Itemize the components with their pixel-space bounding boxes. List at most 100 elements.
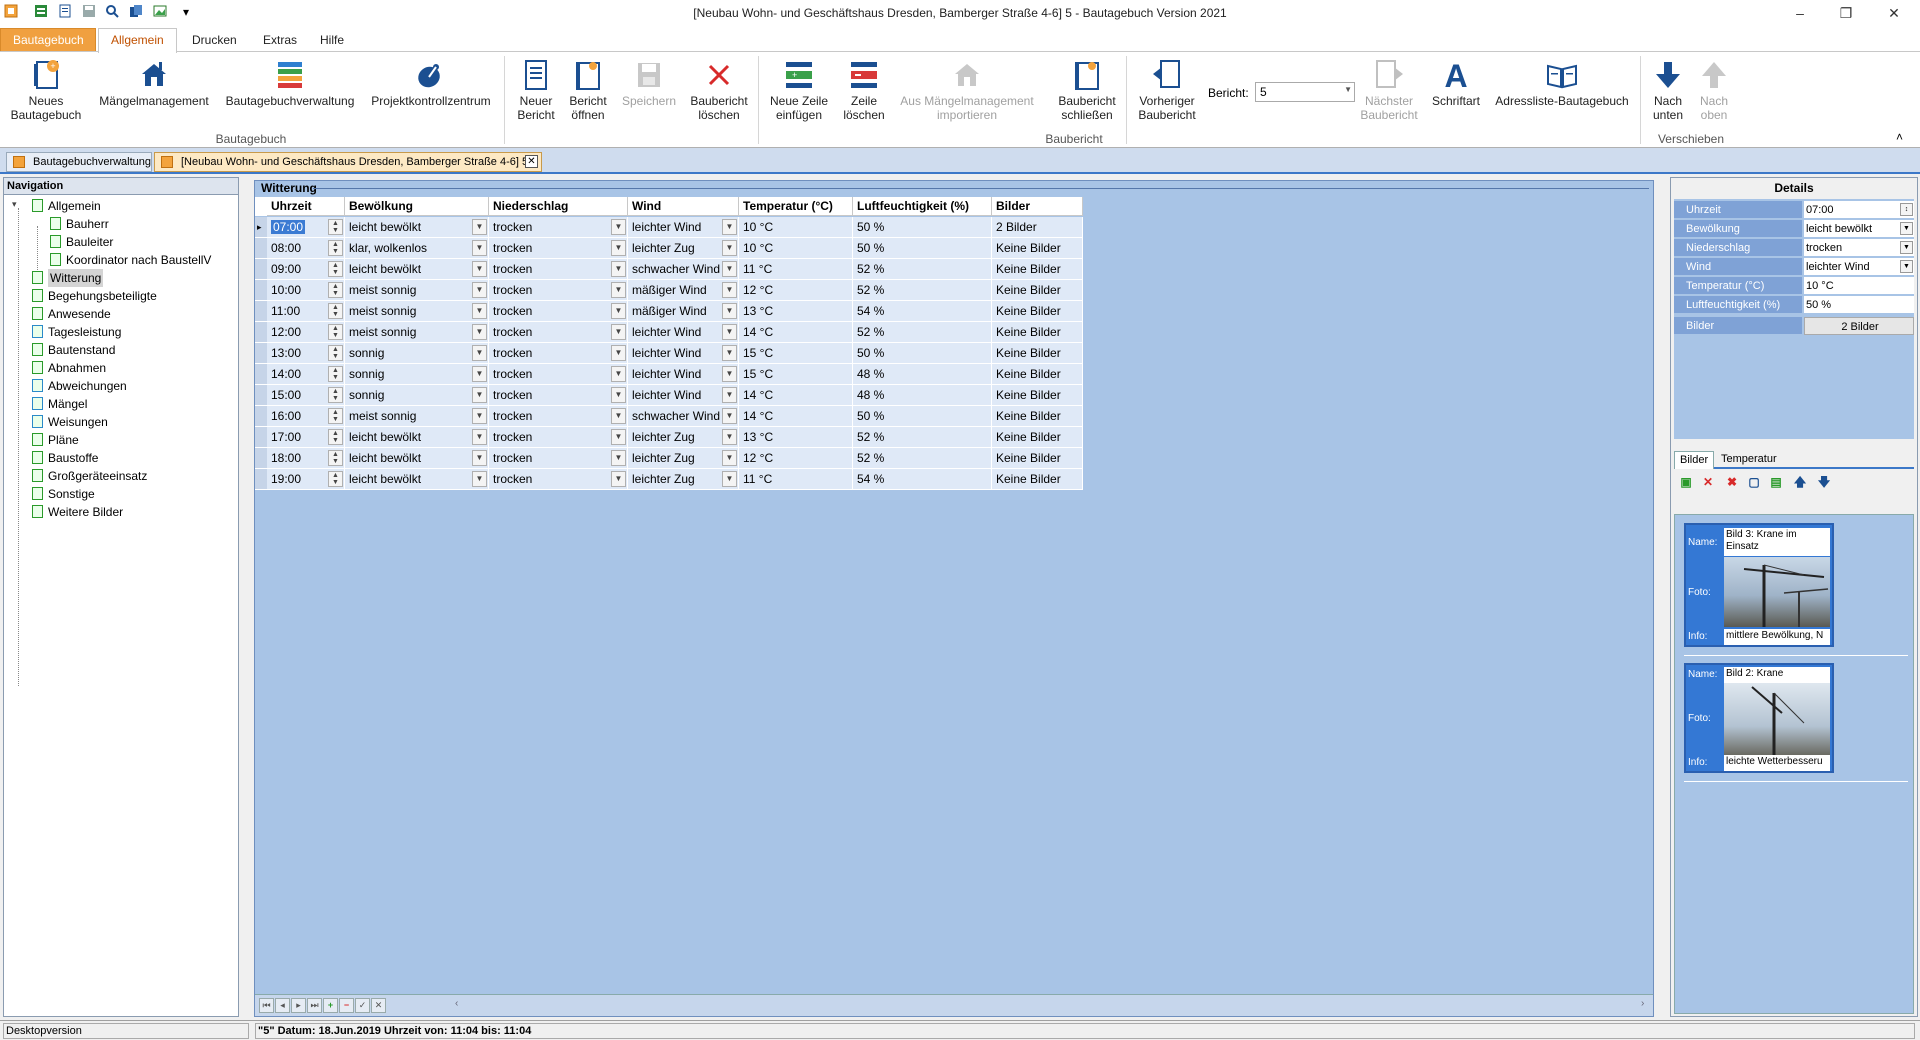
chevron-down-icon[interactable]: ▼ (611, 240, 626, 256)
grid-cell[interactable]: meist sonnig ▼ (345, 280, 489, 301)
row-selector[interactable] (255, 448, 267, 469)
column-header[interactable]: Bewölkung (345, 197, 489, 216)
bericht-select[interactable]: 5 ▼ (1255, 82, 1355, 102)
chevron-down-icon[interactable]: ▼ (1900, 222, 1913, 235)
chevron-down-icon[interactable]: ▼ (611, 261, 626, 277)
grid-cell[interactable]: klar, wolkenlos ▼ (345, 238, 489, 259)
grid-cell[interactable]: 07:00 ▲ ▼ (267, 217, 345, 238)
grid-cell[interactable]: 48 % (853, 364, 992, 385)
column-header[interactable]: Temperatur (°C) (739, 197, 853, 216)
row-selector[interactable] (255, 343, 267, 364)
bautagebuchverwaltung-button[interactable]: Bautagebuchverwaltung (224, 58, 356, 128)
spin-arrows-icon[interactable]: ▲ ▼ (328, 219, 343, 235)
chevron-down-icon[interactable]: ▼ (722, 408, 737, 424)
neuer-bericht-button[interactable]: Neuer Bericht (512, 58, 560, 128)
spin-arrows-icon[interactable]: ▲ ▼ (328, 450, 343, 466)
grid-cell[interactable]: leichter Wind ▼ (628, 343, 739, 364)
grid-cell[interactable]: 52 % (853, 448, 992, 469)
chevron-down-icon[interactable]: ▼ (611, 282, 626, 298)
grid-cell[interactable]: trocken ▼ (489, 448, 628, 469)
scroll-left-icon[interactable]: ‹ (455, 998, 458, 1009)
grid-cell[interactable]: mäßiger Wind ▼ (628, 280, 739, 301)
tab-bautagebuch[interactable]: Bautagebuch (0, 28, 96, 52)
nach-unten-button[interactable]: Nach unten (1646, 58, 1690, 128)
first-record-button[interactable]: ⏮ (259, 998, 274, 1013)
grid-cell[interactable]: 52 % (853, 427, 992, 448)
chevron-down-icon[interactable]: ▼ (472, 324, 487, 340)
grid-cell[interactable]: Keine Bilder (992, 406, 1083, 427)
restore-button[interactable]: ❐ (1824, 0, 1868, 26)
row-selector[interactable] (255, 301, 267, 322)
grid-cell[interactable]: trocken ▼ (489, 217, 628, 238)
grid-cell[interactable]: meist sonnig ▼ (345, 301, 489, 322)
grid-cell[interactable]: 10 °C (739, 217, 853, 238)
arrow-up-icon[interactable]: 🡅 (1792, 474, 1808, 490)
arrow-down-icon[interactable]: 🡇 (1816, 474, 1832, 490)
grid-cell[interactable]: Keine Bilder (992, 259, 1083, 280)
chevron-down-icon[interactable]: ▼ (722, 450, 737, 466)
chevron-down-icon[interactable]: ▼ (472, 240, 487, 256)
nav-item-bauleiter[interactable]: Bauleiter (4, 233, 238, 251)
grid-cell[interactable]: leichter Wind ▼ (628, 217, 739, 238)
grid-cell[interactable]: 10 °C (739, 238, 853, 259)
schriftart-button[interactable]: A Schriftart (1426, 58, 1486, 128)
chevron-down-icon[interactable]: ▼ (722, 345, 737, 361)
photo-card[interactable]: Name: Bild 2: Krane Foto: Info: leichte … (1684, 663, 1834, 773)
confirm-edit-icon[interactable]: ✓ (355, 998, 370, 1013)
grid-cell[interactable]: trocken ▼ (489, 343, 628, 364)
grid-cell[interactable]: 12:00 ▲ ▼ (267, 322, 345, 343)
grid-cell[interactable]: trocken ▼ (489, 238, 628, 259)
baubericht-schliessen-button[interactable]: Baubericht schließen (1054, 58, 1120, 128)
nav-item-koordinator-nach-baustellv[interactable]: Koordinator nach BaustellV (4, 251, 238, 269)
chevron-down-icon[interactable]: ▼ (722, 240, 737, 256)
grid-cell[interactable]: Keine Bilder (992, 301, 1083, 322)
chevron-down-icon[interactable]: ▼ (722, 219, 737, 235)
spin-arrows-icon[interactable]: ▲ ▼ (328, 282, 343, 298)
baubericht-loeschen-button[interactable]: Baubericht löschen (686, 58, 752, 128)
nav-item-großgeräteeinsatz[interactable]: Großgeräteeinsatz (4, 467, 238, 485)
grid-cell[interactable]: sonnig ▼ (345, 343, 489, 364)
grid-cell[interactable]: sonnig ▼ (345, 385, 489, 406)
nav-item-anwesende[interactable]: Anwesende (4, 305, 238, 323)
detail-value[interactable]: 2 Bilder (1804, 317, 1914, 335)
photo-card[interactable]: Name: Bild 3: Krane im Einsatz Foto: Inf… (1684, 523, 1834, 647)
bericht-oeffnen-button[interactable]: Bericht öffnen (564, 58, 612, 128)
chevron-down-icon[interactable]: ▼ (472, 450, 487, 466)
grid-cell[interactable]: mäßiger Wind ▼ (628, 301, 739, 322)
chevron-down-icon[interactable]: ▼ (611, 429, 626, 445)
chevron-down-icon[interactable]: ▼ (722, 282, 737, 298)
chevron-down-icon[interactable]: ▼ (722, 324, 737, 340)
previous-record-button[interactable]: ◂ (275, 998, 290, 1013)
next-record-button[interactable]: ▸ (291, 998, 306, 1013)
aus-maengelmanagement-importieren-button[interactable]: Aus Mängelmanagement importieren (896, 58, 1038, 128)
speichern-button[interactable]: Speichern (618, 58, 680, 128)
last-record-button[interactable]: ⏭ (307, 998, 322, 1013)
chevron-down-icon[interactable]: ▼ (722, 303, 737, 319)
nav-item-baustoffe[interactable]: Baustoffe (4, 449, 238, 467)
grid-cell[interactable]: trocken ▼ (489, 385, 628, 406)
grid-cell[interactable]: 11 °C (739, 259, 853, 280)
nav-item-tagesleistung[interactable]: Tagesleistung (4, 323, 238, 341)
grid-cell[interactable]: 17:00 ▲ ▼ (267, 427, 345, 448)
grid-cell[interactable]: trocken ▼ (489, 280, 628, 301)
grid-cell[interactable]: leichter Zug ▼ (628, 238, 739, 259)
grid-cell[interactable]: trocken ▼ (489, 301, 628, 322)
grid-cell[interactable]: trocken ▼ (489, 469, 628, 490)
chevron-down-icon[interactable]: ▼ (472, 303, 487, 319)
row-selector[interactable] (255, 280, 267, 301)
detail-value[interactable]: 50 % (1804, 296, 1914, 314)
column-header[interactable]: Wind (628, 197, 739, 216)
delete-record-icon[interactable]: − (339, 998, 354, 1013)
grid-cell[interactable]: 13 °C (739, 427, 853, 448)
grid-cell[interactable]: 13:00 ▲ ▼ (267, 343, 345, 364)
spin-arrows-icon[interactable]: ▲ ▼ (328, 303, 343, 319)
tab-extras[interactable]: Extras (251, 30, 309, 52)
grid-cell[interactable]: trocken ▼ (489, 259, 628, 280)
delete-image-icon[interactable]: ✖ (1724, 474, 1740, 490)
grid-cell[interactable]: 14 °C (739, 385, 853, 406)
spin-arrows-icon[interactable]: ▲ ▼ (328, 345, 343, 361)
row-selector[interactable] (255, 238, 267, 259)
chevron-down-icon[interactable]: ▼ (611, 408, 626, 424)
nav-item-bautenstand[interactable]: Bautenstand (4, 341, 238, 359)
nav-item-begehungsbeteiligte[interactable]: Begehungsbeteiligte (4, 287, 238, 305)
